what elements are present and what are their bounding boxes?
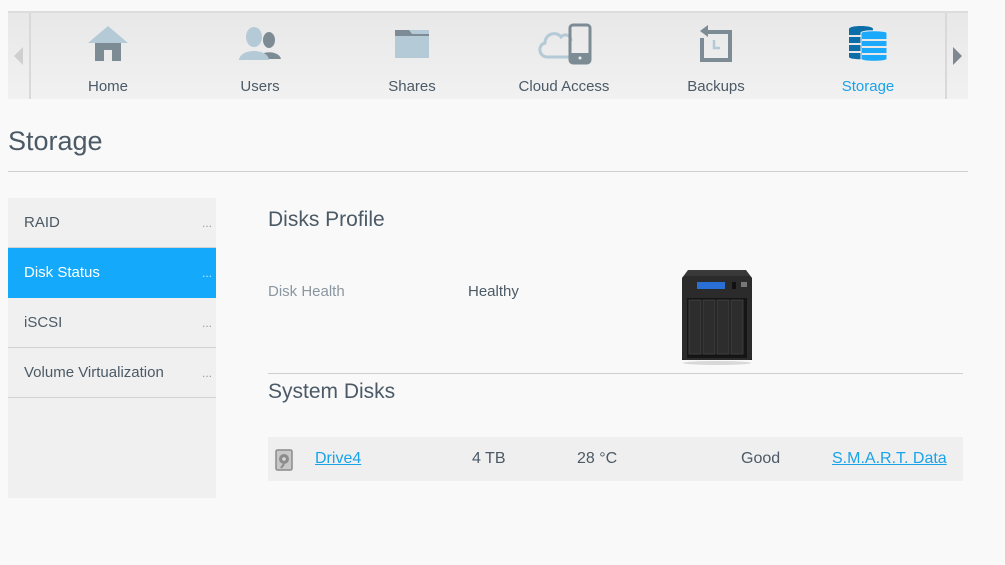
drive-capacity: 4 TB bbox=[472, 450, 506, 467]
nav-item-users[interactable]: Users bbox=[184, 13, 336, 99]
table-row: Drive4 4 TB 28 °C Good S.M.A.R.T. Data bbox=[268, 437, 963, 481]
system-disks-heading: System Disks bbox=[268, 380, 396, 403]
nav-item-storage[interactable]: Storage bbox=[792, 13, 944, 99]
more-icon: ... bbox=[202, 315, 213, 330]
nav-label: Shares bbox=[388, 78, 436, 95]
drive-temperature: 28 °C bbox=[577, 450, 618, 467]
sidebar: RAID ... Disk Status ... iSCSI ... Volum… bbox=[8, 198, 216, 498]
sidebar-item-label: RAID bbox=[24, 214, 60, 231]
more-icon: ... bbox=[202, 215, 213, 230]
nav-label: Backups bbox=[687, 78, 745, 95]
folder-icon bbox=[382, 21, 442, 67]
nav-label: Home bbox=[87, 78, 128, 95]
cloud-device-icon bbox=[534, 21, 594, 67]
sidebar-item-volume-virtualization[interactable]: Volume Virtualization ... bbox=[8, 348, 216, 398]
disk-health-value: Healthy bbox=[468, 283, 519, 300]
nav-item-home[interactable]: Home bbox=[32, 13, 184, 99]
smart-data-link[interactable]: S.M.A.R.T. Data bbox=[832, 450, 947, 468]
sidebar-item-label: Volume Virtualization bbox=[24, 364, 164, 381]
database-icon bbox=[838, 21, 898, 67]
nav-scroll-left-button[interactable] bbox=[8, 13, 31, 99]
nav-scroll-right-button[interactable] bbox=[945, 13, 968, 99]
hard-drive-icon bbox=[275, 449, 293, 476]
sidebar-item-disk-status[interactable]: Disk Status ... bbox=[8, 248, 216, 298]
sidebar-item-raid[interactable]: RAID ... bbox=[8, 198, 216, 248]
drive-name-link[interactable]: Drive4 bbox=[315, 450, 361, 468]
nav-item-shares[interactable]: Shares bbox=[336, 13, 488, 99]
top-navigation: Home Users Shares Cloud Access Backups S… bbox=[8, 11, 968, 99]
nav-label: Cloud Access bbox=[518, 78, 610, 95]
sidebar-item-iscsi[interactable]: iSCSI ... bbox=[8, 298, 216, 348]
sidebar-item-label: Disk Status bbox=[24, 264, 100, 281]
backup-clock-icon bbox=[686, 21, 746, 67]
disks-profile-heading: Disks Profile bbox=[268, 208, 385, 231]
nav-label: Users bbox=[240, 78, 280, 95]
nav-item-cloud-access[interactable]: Cloud Access bbox=[488, 13, 640, 99]
drive-status: Good bbox=[741, 450, 781, 467]
nav-item-backups[interactable]: Backups bbox=[640, 13, 792, 99]
disk-health-label: Disk Health bbox=[268, 283, 345, 300]
more-icon: ... bbox=[202, 365, 213, 380]
sidebar-item-label: iSCSI bbox=[24, 314, 63, 331]
chevron-left-icon bbox=[14, 47, 23, 65]
home-icon bbox=[78, 21, 138, 67]
chevron-right-icon bbox=[953, 47, 962, 65]
divider bbox=[268, 373, 963, 374]
nav-label: Storage bbox=[841, 78, 895, 95]
divider bbox=[8, 171, 968, 172]
nas-device-image bbox=[678, 266, 756, 366]
users-icon bbox=[230, 21, 290, 67]
more-icon: ... bbox=[202, 265, 213, 280]
page-title: Storage bbox=[8, 126, 103, 156]
